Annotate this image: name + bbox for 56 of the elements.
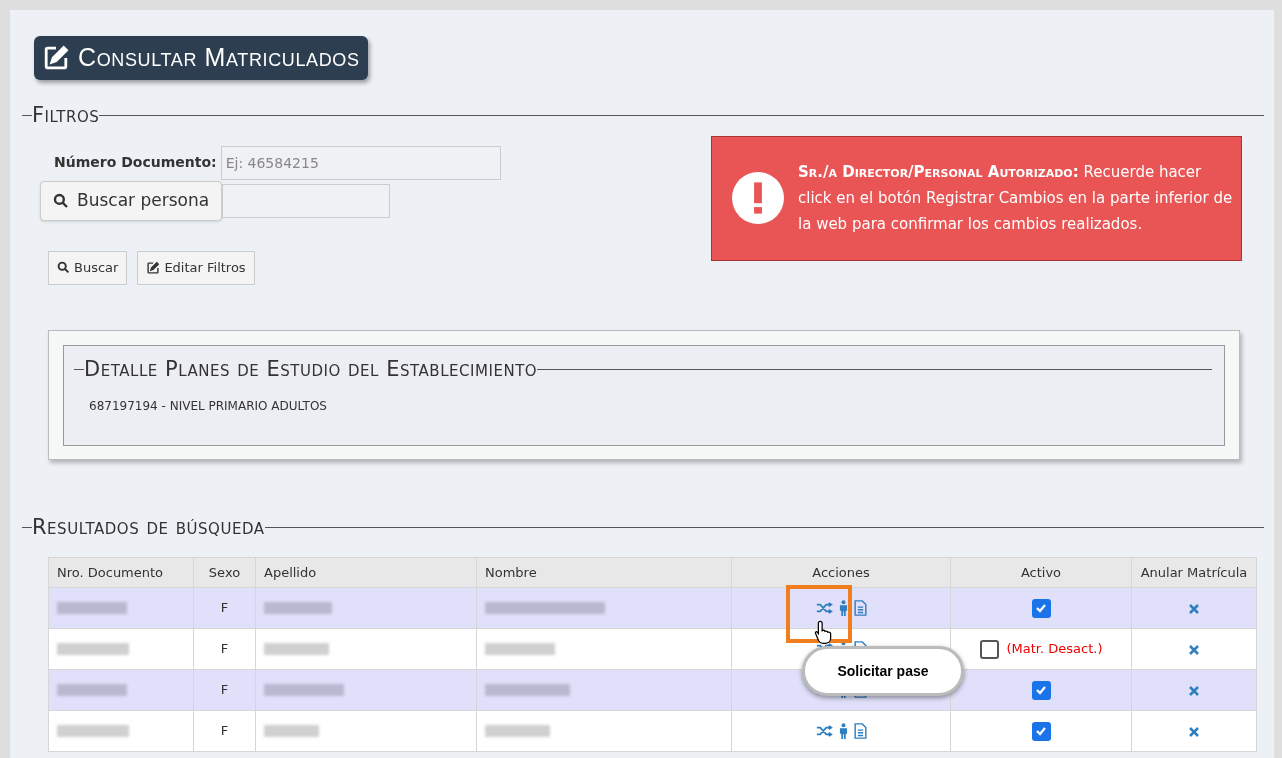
blurred-text — [264, 643, 329, 655]
search-icon — [57, 261, 70, 274]
sex-cell: F — [193, 628, 256, 670]
search-icon — [53, 192, 69, 209]
close-icon[interactable] — [1189, 644, 1199, 655]
sex-cell: F — [193, 710, 256, 752]
document-icon[interactable] — [853, 600, 867, 616]
active-checkbox[interactable] — [1031, 721, 1051, 741]
results-legend: Resultados de búsqueda — [32, 511, 265, 543]
sex-cell: F — [193, 669, 256, 711]
edit-filters-button[interactable]: Editar Filtros — [137, 250, 255, 285]
sex-cell: F — [193, 587, 256, 629]
filters-legend: Filtros — [32, 100, 100, 132]
person-icon[interactable] — [838, 600, 848, 616]
blurred-text — [57, 684, 127, 696]
check-icon — [1035, 602, 1047, 614]
shuffle-icon[interactable] — [815, 724, 833, 738]
edit-icon — [42, 44, 70, 72]
active-checkbox[interactable] — [1031, 598, 1051, 618]
document-label: Número Documento: — [54, 153, 217, 172]
document-field[interactable]: Ej: 46584215 — [220, 145, 501, 180]
alert-message: Sr./a Director/Personal Autorizado: Recuerde hacer click en el botón Registrar Cambios en la parte inferior de la web para confirmar los cambios realizados. — [798, 162, 1233, 235]
active-checkbox[interactable] — [979, 639, 999, 659]
check-icon — [1035, 684, 1047, 696]
column-header: Activo — [950, 557, 1132, 588]
page-title-text: Consultar Matriculados — [78, 42, 360, 74]
close-icon[interactable] — [1189, 685, 1199, 696]
close-icon[interactable] — [1189, 603, 1199, 614]
search-person-button[interactable]: Buscar persona — [40, 180, 223, 221]
column-header: Nombre — [476, 557, 732, 588]
column-header: Anular Matrícula — [1131, 557, 1257, 588]
text-field[interactable] — [222, 183, 391, 218]
blurred-text — [485, 725, 550, 737]
blurred-text — [57, 725, 129, 737]
search-button[interactable]: Buscar — [48, 250, 128, 285]
tooltip: Solicitar pase — [802, 646, 964, 696]
blurred-text — [57, 602, 127, 614]
exclamation-icon — [732, 172, 784, 224]
active-checkbox[interactable] — [1031, 680, 1051, 700]
close-icon[interactable] — [1189, 726, 1199, 737]
column-header: Apellido — [255, 557, 477, 588]
column-header: Nro. Documento — [48, 557, 194, 588]
column-header: Acciones — [731, 557, 951, 588]
blurred-text — [264, 602, 332, 614]
shuffle-icon[interactable] — [815, 601, 833, 615]
plan-item: 687197194 - NIVEL PRIMARIO ADULTOS — [88, 398, 328, 415]
plans-legend: Detalle Planes de Estudio del Establecimiento — [84, 353, 538, 385]
status-text: (Matr. Desact.) — [1006, 640, 1103, 659]
blurred-text — [57, 643, 129, 655]
edit-icon — [146, 260, 161, 275]
blurred-text — [485, 643, 555, 655]
check-icon — [1035, 725, 1047, 737]
document-icon[interactable] — [853, 723, 867, 739]
column-header: Sexo — [193, 557, 256, 588]
blurred-text — [264, 725, 319, 737]
person-icon[interactable] — [838, 723, 848, 739]
